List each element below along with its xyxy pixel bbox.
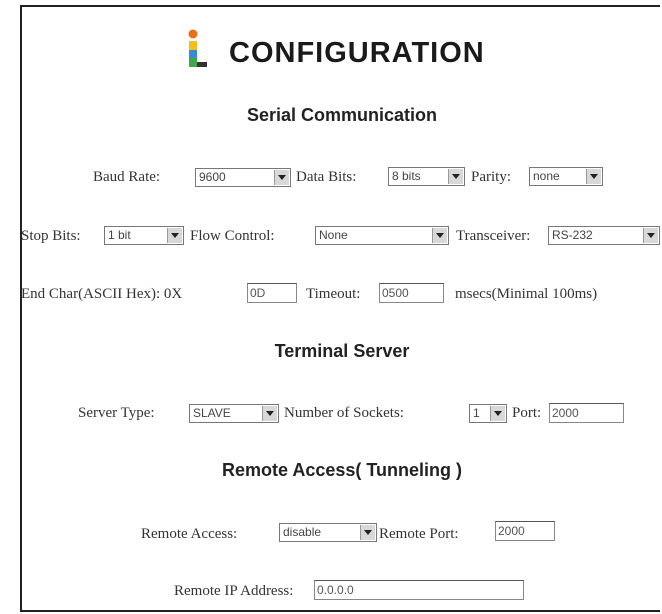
flow-control-label: Flow Control: [190, 228, 275, 244]
section-serial-heading: Serial Communication [246, 105, 438, 125]
chevron-down-icon[interactable] [490, 406, 505, 421]
data-bits-value: 8 bits [392, 169, 421, 183]
page-title: CONFIGURATION [229, 37, 485, 69]
chevron-down-icon[interactable] [586, 169, 601, 184]
chevron-down-icon[interactable] [448, 169, 463, 184]
baud-rate-label: Baud Rate: [93, 169, 161, 185]
sockets-value: 1 [473, 406, 480, 420]
port-input[interactable]: 2000 [549, 403, 624, 423]
end-char-input[interactable]: 0D [247, 283, 297, 303]
remote-port-label: Remote Port: [379, 526, 459, 542]
stop-bits-select[interactable]: 1 bit [104, 226, 184, 245]
stop-bits-value: 1 bit [108, 228, 131, 242]
data-bits-select[interactable]: 8 bits [388, 167, 465, 186]
data-bits-label: Data Bits: [296, 169, 357, 185]
sockets-select[interactable]: 1 [469, 404, 507, 423]
transceiver-select[interactable]: RS-232 [548, 226, 660, 245]
sockets-label: Number of Sockets: [284, 405, 404, 421]
chevron-down-icon[interactable] [262, 406, 277, 421]
remote-port-input[interactable]: 2000 [495, 521, 555, 541]
section-remote-heading: Remote Access( Tunneling ) [221, 460, 463, 480]
chevron-down-icon[interactable] [643, 228, 658, 243]
remote-ip-input[interactable]: 0.0.0.0 [314, 580, 524, 600]
timeout-input[interactable]: 0500 [379, 283, 444, 303]
configuration-panel: CONFIGURATION Serial Communication Baud … [20, 5, 660, 612]
remote-access-label: Remote Access: [141, 526, 238, 542]
server-type-select[interactable]: SLAVE [189, 404, 279, 423]
port-label: Port: [512, 405, 542, 421]
remote-access-select[interactable]: disable [279, 523, 377, 542]
section-terminal-heading: Terminal Server [274, 341, 410, 361]
transceiver-value: RS-232 [552, 228, 593, 242]
timeout-label: Timeout: [306, 286, 361, 302]
stop-bits-label: Stop Bits: [21, 228, 81, 244]
server-type-value: SLAVE [193, 406, 231, 420]
transceiver-label: Transceiver: [456, 228, 531, 244]
parity-select[interactable]: none [529, 167, 603, 186]
server-type-label: Server Type: [78, 405, 155, 421]
flow-control-select[interactable]: None [315, 226, 449, 245]
timeout-hint: msecs(Minimal 100ms) [455, 286, 598, 302]
chevron-down-icon[interactable] [360, 525, 375, 540]
remote-access-value: disable [283, 525, 322, 539]
chevron-down-icon[interactable] [167, 228, 182, 243]
flow-control-value: None [319, 228, 348, 242]
remote-ip-label: Remote IP Address: [174, 583, 294, 599]
parity-label: Parity: [471, 169, 511, 185]
parity-value: none [533, 169, 560, 183]
end-char-label: End Char(ASCII Hex): 0X [21, 286, 183, 302]
baud-rate-select[interactable]: 9600 [195, 168, 291, 187]
chevron-down-icon[interactable] [432, 228, 447, 243]
chevron-down-icon[interactable] [274, 170, 289, 185]
info-bar-logo-icon [188, 29, 207, 67]
baud-rate-value: 9600 [199, 170, 226, 184]
